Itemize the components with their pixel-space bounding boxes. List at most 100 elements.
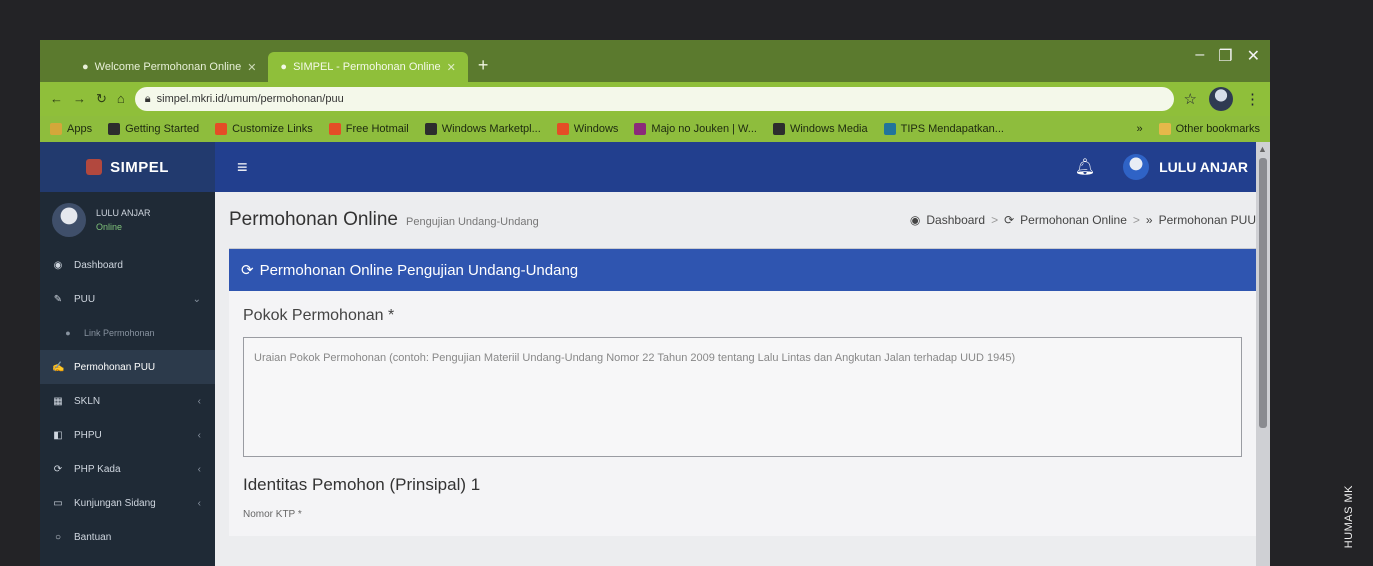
photo-frame: ● Welcome Permohonan Online ✕ ● SIMPEL -… (0, 0, 1373, 566)
chevron-icon: ⌄ (192, 293, 201, 305)
bookmark-item[interactable]: Customize Links (215, 123, 313, 135)
star-icon[interactable]: ☆ (1184, 90, 1197, 108)
toolbar-right: ☆ ⋮ (1184, 87, 1260, 111)
bookmarks-overflow-icon[interactable]: » (1137, 123, 1143, 135)
scrollbar-thumb[interactable] (1259, 158, 1267, 428)
address-bar[interactable]: 🔒︎ simpel.mkri.id/umum/permohonan/puu (134, 87, 1174, 111)
tab-favicon-icon: ● (280, 61, 288, 73)
phpkada-icon: ⟳ (53, 463, 63, 475)
bell-icon[interactable]: 🔔︎ (1075, 157, 1095, 177)
form-panel: ⟳ Permohonan Online Pengujian Undang-Und… (229, 248, 1256, 536)
brand[interactable]: SIMPEL (40, 142, 215, 192)
browser-tab-simpel[interactable]: ● SIMPEL - Permohonan Online ✕ (268, 52, 468, 82)
hamburger-icon[interactable]: ≡ (237, 157, 248, 178)
profile-avatar[interactable] (1209, 87, 1233, 111)
puu-icon: ✎ (53, 293, 63, 305)
sidebar-item[interactable]: ● Link Permohonan (40, 316, 215, 350)
tab-label: Welcome Permohonan Online (94, 61, 242, 73)
sidebar-item[interactable]: ◉ Dashboard (40, 248, 215, 282)
skln-icon: ▦ (53, 395, 63, 407)
other-bookmarks[interactable]: Other bookmarks (1158, 123, 1260, 135)
simpel-app: SIMPEL LULU ANJAR Online ◉ Dashboard ✎ PUU ⌄… (40, 142, 1270, 566)
bookmark-favicon-icon (556, 123, 569, 135)
folder-icon (1158, 123, 1171, 135)
close-window-icon[interactable]: ✕ (1247, 46, 1260, 66)
sidebar-item[interactable]: ◧ PHPU ‹ (40, 418, 215, 452)
calendar-icon: ▭ (53, 497, 63, 509)
bookmark-favicon-icon (50, 123, 62, 135)
pokok-permohonan-label: Pokok Permohonan * (243, 307, 395, 324)
sidebar-item[interactable]: ○ Bantuan (40, 520, 215, 554)
sidebar-item[interactable]: ✍ Permohonan PUU (40, 350, 215, 384)
panel-title: Permohonan Online Pengujian Undang-Undan… (259, 261, 579, 279)
user-name: LULU ANJAR (96, 208, 151, 218)
pokok-permohonan-textarea[interactable]: Uraian Pokok Permohonan (contoh: Penguji… (243, 337, 1242, 457)
scroll-up-icon[interactable]: ▲ (1258, 144, 1267, 154)
sidebar-item-label: PUU (74, 293, 96, 305)
breadcrumb-dashboard[interactable]: Dashboard (926, 213, 985, 227)
breadcrumb: ◉ Dashboard > ⟳ Permohonan Online > » Pe… (910, 213, 1256, 227)
breadcrumb-separator: > (1132, 213, 1140, 227)
close-tab-icon[interactable]: ✕ (447, 61, 456, 74)
user-status: Online (96, 222, 123, 232)
bookmark-item[interactable]: Windows Marketpl... (424, 123, 541, 135)
page-scrollbar[interactable]: ▲ (1256, 142, 1270, 566)
other-bookmarks-label: Other bookmarks (1175, 123, 1260, 135)
forward-icon[interactable]: → (73, 91, 86, 107)
bookmarks-bar: Apps Getting Started Customize Links Free H… (40, 116, 1270, 142)
sidebar-item[interactable]: ▭ Kunjungan Sidang ‹ (40, 486, 215, 520)
browser-tab-welcome[interactable]: ● Welcome Permohonan Online ✕ (70, 52, 268, 82)
bookmark-favicon-icon (424, 123, 437, 135)
reload-icon[interactable]: ↻ (96, 91, 107, 107)
sidebar-menu: ◉ Dashboard ✎ PUU ⌄ ● Link Permohonan ✍ Permohon… (40, 248, 215, 554)
topbar-user-name[interactable]: LULU ANJAR (1159, 159, 1248, 175)
sidebar-item-label: SKLN (74, 395, 101, 407)
chevron-icon: ‹ (197, 429, 201, 441)
browser-tabbar: ● Welcome Permohonan Online ✕ ● SIMPEL -… (40, 40, 1270, 82)
sidebar-item-label: Dashboard (74, 259, 123, 271)
watermark: HUMAS MK (1343, 484, 1355, 548)
edit-icon: ✍ (52, 361, 65, 373)
new-tab-button[interactable]: + (468, 55, 499, 82)
bookmark-item[interactable]: Windows Media (772, 123, 868, 135)
sidebar-item-label: Kunjungan Sidang (74, 497, 156, 509)
close-tab-icon[interactable]: ✕ (247, 61, 256, 74)
dashboard-icon: ◉ (53, 259, 63, 271)
bookmark-item[interactable]: Free Hotmail (328, 123, 409, 135)
sidebar-item[interactable]: ▦ SKLN ‹ (40, 384, 215, 418)
brand-name: SIMPEL (110, 158, 169, 176)
back-icon[interactable]: ← (50, 91, 63, 107)
bookmark-label: Getting Started (125, 123, 200, 135)
bookmark-item[interactable]: Apps (50, 123, 92, 135)
home-icon[interactable]: ⌂ (117, 91, 125, 107)
bookmark-label: Windows (573, 123, 619, 135)
refresh-icon: ⟳ (241, 262, 254, 279)
topbar-avatar[interactable] (1123, 154, 1150, 180)
bookmark-item[interactable]: Windows (556, 123, 619, 135)
page-subtitle: Pengujian Undang-Undang (406, 216, 539, 228)
breadcrumb-permohonan-online[interactable]: Permohonan Online (1020, 213, 1127, 227)
bookmark-item[interactable]: Majo no Jouken | W... (634, 123, 757, 135)
sidebar-item[interactable]: ✎ PUU ⌄ (40, 282, 215, 316)
sidebar-item-label: Bantuan (74, 531, 112, 543)
breadcrumb-separator: > (991, 213, 999, 227)
bookmark-item[interactable]: TIPS Mendapatkan... (883, 123, 1004, 135)
user-panel: LULU ANJAR Online (40, 192, 215, 248)
nomor-ktp-label: Nomor KTP * (243, 509, 302, 520)
bookmark-item[interactable]: Getting Started (108, 123, 199, 135)
top-navbar: ≡ 🔔︎ LULU ANJAR (215, 142, 1270, 192)
mk-logo-icon (86, 159, 103, 175)
minimize-icon[interactable]: – (1195, 46, 1204, 66)
breadcrumb-permohonan-puu: Permohonan PUU (1158, 213, 1256, 227)
browser-toolbar: ← → ↻ ⌂ 🔒︎ simpel.mkri.id/umum/permohona… (40, 82, 1270, 116)
main-area: ≡ 🔔︎ LULU ANJAR Permohonan Online Penguj… (215, 142, 1270, 566)
window-controls: – ❐ ✕ (1195, 46, 1260, 66)
chevron-icon: ‹ (197, 395, 201, 407)
menu-kebab-icon[interactable]: ⋮ (1245, 90, 1260, 108)
breadcrumb-icon: ⟳ (1004, 213, 1015, 227)
sidebar-item-label: PHPU (74, 429, 102, 441)
restore-icon[interactable]: ❐ (1218, 46, 1232, 66)
bookmark-label: TIPS Mendapatkan... (900, 123, 1004, 135)
double-chevron-icon: » (1145, 213, 1153, 227)
sidebar-item[interactable]: ⟳ PHP Kada ‹ (40, 452, 215, 486)
